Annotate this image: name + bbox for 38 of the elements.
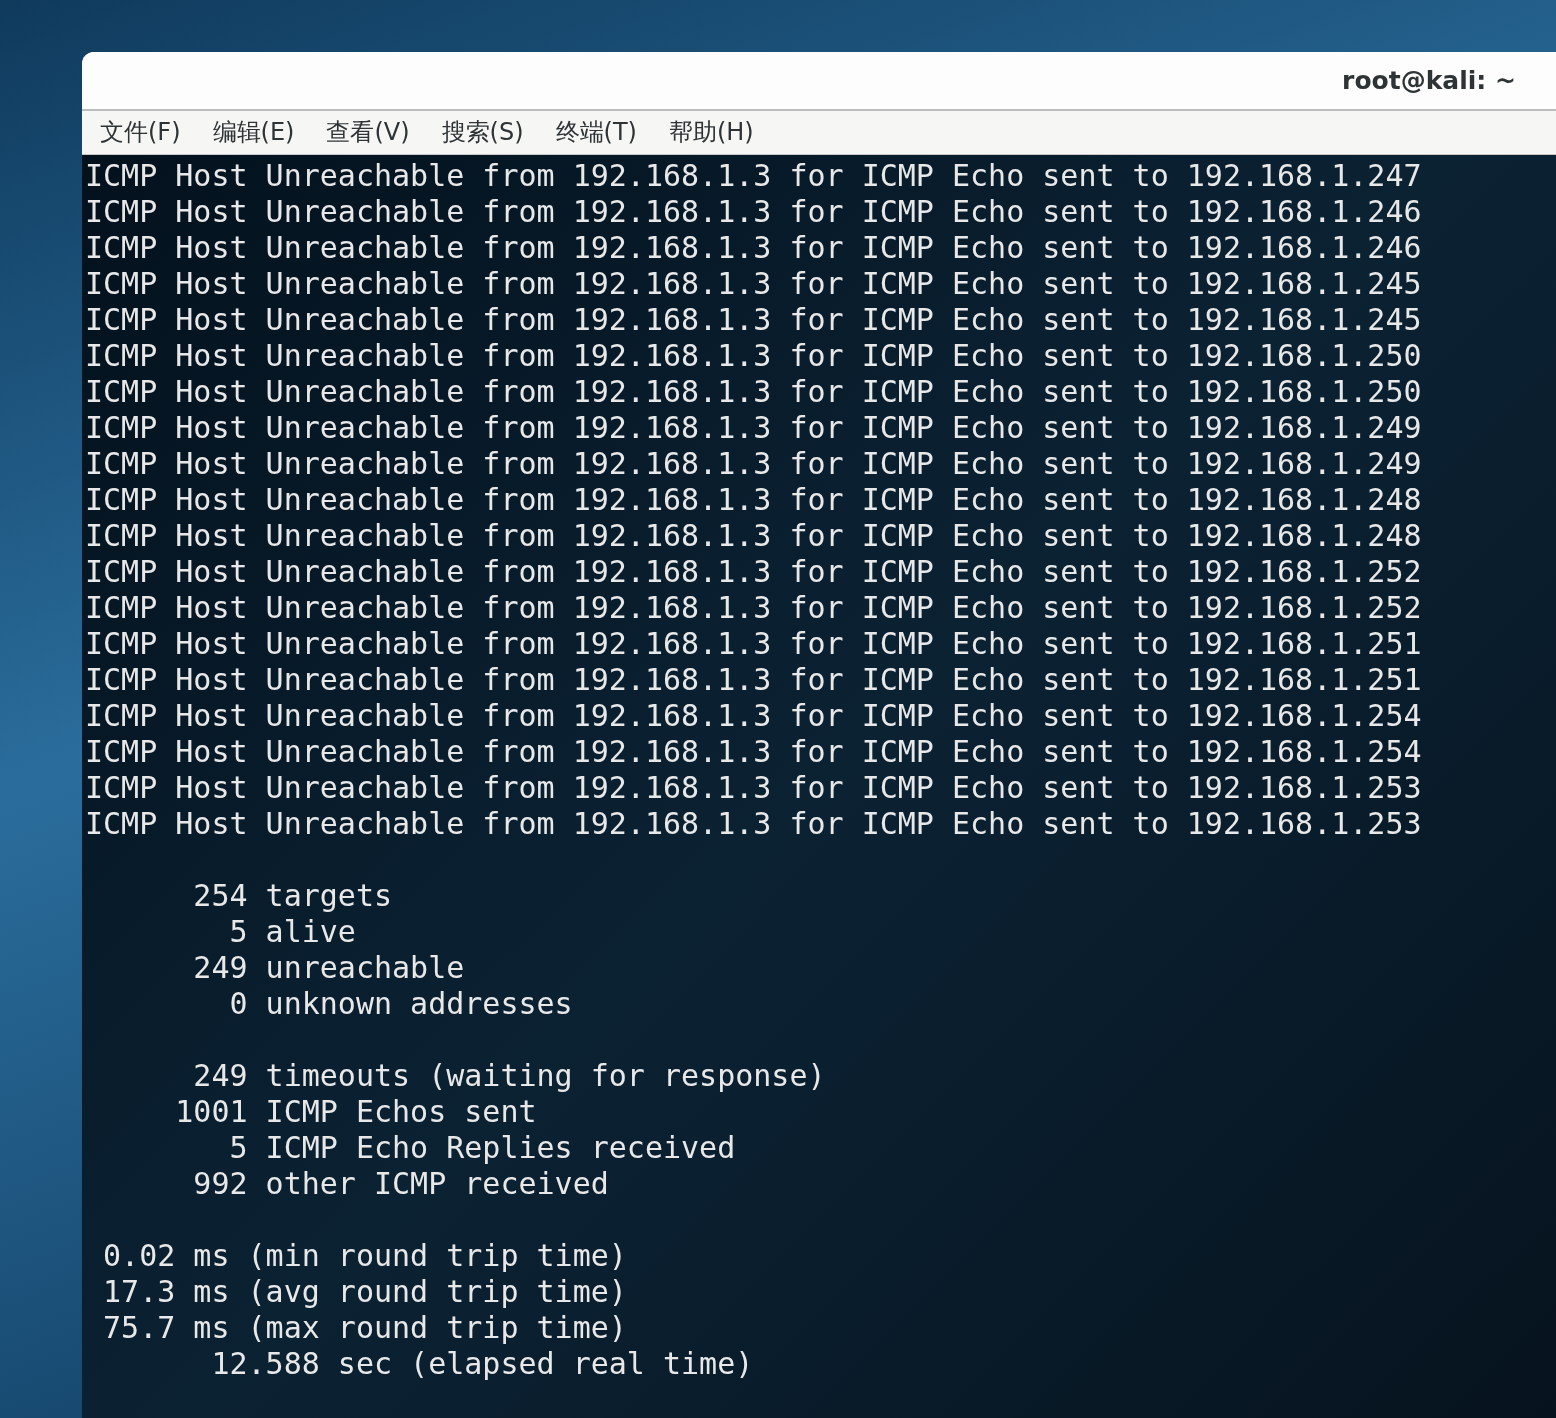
terminal-line: 12.588 sec (elapsed real time) bbox=[210, 1346, 754, 1381]
menu-item[interactable]: 查看(V) bbox=[326, 116, 410, 149]
menu-item[interactable]: 帮助(H) bbox=[668, 116, 754, 149]
terminal-line: ICMP Host Unreachable from 192.168.1.3 for ICMP Echo sent to 192.168.1.250 bbox=[85, 374, 1422, 409]
terminal-line: 992 other ICMP received bbox=[192, 1166, 609, 1201]
terminal-line: ICMP Host Unreachable from 192.168.1.3 for ICMP Echo sent to 192.168.1.249 bbox=[85, 446, 1422, 481]
terminal-line: ICMP Host Unreachable from 192.168.1.3 for ICMP Echo sent to 192.168.1.249 bbox=[85, 410, 1422, 445]
terminal-line: ICMP Host Unreachable from 192.168.1.3 for ICMP Echo sent to 192.168.1.251 bbox=[85, 626, 1422, 661]
terminal-line: 249 unreachable bbox=[192, 950, 465, 985]
terminal-line: 249 timeouts (waiting for response) bbox=[192, 1058, 826, 1093]
menu-item[interactable]: 文件(F) bbox=[100, 116, 181, 149]
terminal-line: ICMP Host Unreachable from 192.168.1.3 for ICMP Echo sent to 192.168.1.252 bbox=[85, 590, 1422, 625]
terminal-line: ICMP Host Unreachable from 192.168.1.3 for ICMP Echo sent to 192.168.1.254 bbox=[85, 698, 1422, 733]
terminal-line: ICMP Host Unreachable from 192.168.1.3 for ICMP Echo sent to 192.168.1.253 bbox=[85, 806, 1422, 841]
terminal-line: ICMP Host Unreachable from 192.168.1.3 for ICMP Echo sent to 192.168.1.245 bbox=[85, 302, 1422, 337]
terminal-line: ICMP Host Unreachable from 192.168.1.3 for ICMP Echo sent to 192.168.1.247 bbox=[85, 158, 1422, 193]
terminal-line: ICMP Host Unreachable from 192.168.1.3 for ICMP Echo sent to 192.168.1.246 bbox=[85, 194, 1422, 229]
terminal-line: 0 unknown addresses bbox=[228, 986, 573, 1021]
terminal-line: 0.02 ms (min round trip time) bbox=[102, 1238, 627, 1273]
window-title: root@kali: ~ bbox=[1342, 65, 1516, 95]
terminal-line: ICMP Host Unreachable from 192.168.1.3 for ICMP Echo sent to 192.168.1.248 bbox=[85, 482, 1422, 517]
terminal-line: 1001 ICMP Echos sent bbox=[174, 1094, 537, 1129]
terminal-line: ICMP Host Unreachable from 192.168.1.3 for ICMP Echo sent to 192.168.1.245 bbox=[85, 266, 1422, 301]
menu-item[interactable]: 编辑(E) bbox=[212, 116, 295, 149]
terminal-line: ICMP Host Unreachable from 192.168.1.3 for ICMP Echo sent to 192.168.1.251 bbox=[85, 662, 1422, 697]
menu-item[interactable]: 搜索(S) bbox=[441, 116, 524, 149]
terminal-line: ICMP Host Unreachable from 192.168.1.3 for ICMP Echo sent to 192.168.1.248 bbox=[85, 518, 1422, 553]
terminal-line: 17.3 ms (avg round trip time) bbox=[102, 1274, 627, 1309]
terminal-line: ICMP Host Unreachable from 192.168.1.3 for ICMP Echo sent to 192.168.1.246 bbox=[85, 230, 1422, 265]
terminal-line: 254 targets bbox=[192, 878, 393, 913]
terminal-line: 5 alive bbox=[228, 914, 356, 949]
terminal-line: ICMP Host Unreachable from 192.168.1.3 for ICMP Echo sent to 192.168.1.250 bbox=[85, 338, 1422, 373]
terminal-line: ICMP Host Unreachable from 192.168.1.3 for ICMP Echo sent to 192.168.1.254 bbox=[85, 734, 1422, 769]
terminal-line: ICMP Host Unreachable from 192.168.1.3 for ICMP Echo sent to 192.168.1.252 bbox=[85, 554, 1422, 589]
terminal-line: 5 ICMP Echo Replies received bbox=[228, 1130, 736, 1165]
terminal-line: 75.7 ms (max round trip time) bbox=[102, 1310, 627, 1345]
menu-item[interactable]: 终端(T) bbox=[555, 116, 637, 149]
terminal-line: ICMP Host Unreachable from 192.168.1.3 for ICMP Echo sent to 192.168.1.253 bbox=[85, 770, 1422, 805]
